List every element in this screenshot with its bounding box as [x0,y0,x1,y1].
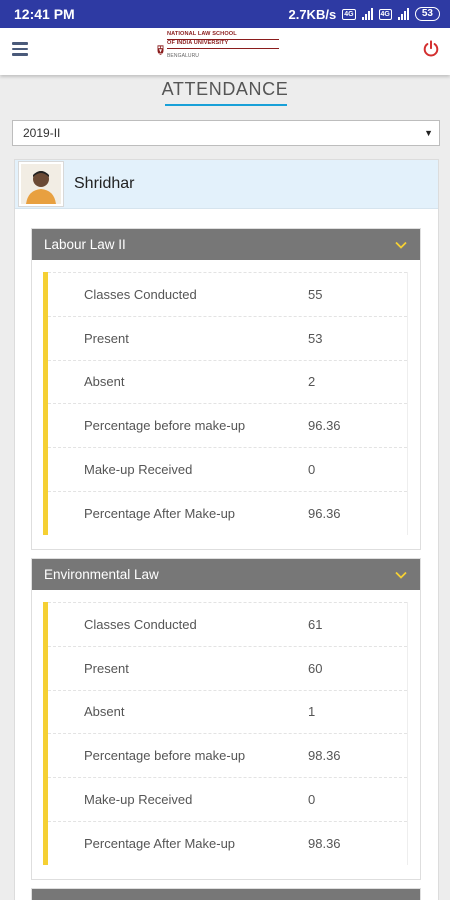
logo-text: NATIONAL LAW SCHOOL OF INDIA UNIVERSITY … [167,31,279,60]
student-name: Shridhar [74,175,135,192]
subject-header[interactable]: Environmental Law [32,559,420,590]
term-select[interactable]: 2019-II ▼ [12,120,440,146]
term-select-value: 2019-II [23,126,61,140]
status-bar: 12:41 PM 2.7KB/s 4G 4G 53 [0,0,450,28]
subject-name: Environmental Law [44,567,159,582]
chevron-down-icon [395,571,407,579]
row-label: Percentage After Make-up [84,505,236,521]
row-value: 98.36 [308,835,341,851]
attendance-card: Shridhar Labour Law II Classes Conducted… [14,159,439,900]
battery-icon: 53 [414,7,440,21]
row-label: Absent [84,704,125,720]
table-row: Absent 2 [48,359,407,404]
row-value: 60 [308,660,323,676]
table-row: Present 53 [48,315,407,360]
table-row: Make-up Received 0 [48,447,407,491]
subject-body: Classes Conducted 61 Present 60 Absent 1 Pe… [43,602,408,865]
table-row: Classes Conducted 61 [48,602,407,646]
row-label: Absent [84,374,125,390]
row-label: Make-up Received [84,792,193,808]
student-header: Shridhar [15,160,438,209]
row-value: 98.36 [308,748,341,764]
table-row: Present 60 [48,645,407,690]
row-label: Present [84,330,129,346]
row-value: 53 [308,330,323,346]
table-row: Percentage After Make-up 96.36 [48,490,407,535]
status-time: 12:41 PM [14,6,75,22]
sim1-icon: 4G [342,8,356,20]
subject-header[interactable] [32,889,420,900]
sim2-icon: 4G [378,8,392,20]
university-logo: NATIONAL LAW SCHOOL OF INDIA UNIVERSITY … [157,30,279,72]
subject-panel: Labour Law II Classes Conducted 55 Presen… [31,228,421,550]
signal-icon [397,8,409,20]
avatar [18,161,64,207]
status-icons: 2.7KB/s 4G 4G 53 [288,7,440,22]
row-value: 61 [308,616,323,632]
hamburger-menu-icon[interactable] [12,42,28,56]
row-label: Classes Conducted [84,286,197,302]
signal-icon [361,8,373,20]
row-value: 1 [308,704,316,720]
logo-line-1: NATIONAL LAW SCHOOL [167,31,237,37]
row-label: Classes Conducted [84,616,197,632]
table-row: Make-up Received 0 [48,777,407,821]
row-value: 55 [308,286,323,302]
chevron-down-icon [395,241,407,249]
emblem-icon [157,45,164,55]
subject-header[interactable]: Labour Law II [32,229,420,260]
table-row: Classes Conducted 55 [48,272,407,316]
page-title: ATTENDANCE [161,79,289,99]
row-label: Present [84,660,129,676]
row-value: 0 [308,462,316,478]
table-row: Percentage before make-up 96.36 [48,403,407,447]
network-speed: 2.7KB/s [288,6,337,22]
power-icon[interactable] [422,40,440,58]
row-value: 0 [308,792,316,808]
dropdown-caret-icon: ▼ [424,128,433,138]
subject-body: Classes Conducted 55 Present 53 Absent 2 Pe… [43,272,408,535]
row-value: 96.36 [308,505,341,521]
row-value: 2 [308,374,316,390]
row-label: Percentage before make-up [84,418,246,434]
row-label: Percentage before make-up [84,748,246,764]
logo-city: BENGALURU [167,53,200,59]
person-icon [21,164,61,204]
row-label: Make-up Received [84,462,193,478]
logo-line-2: OF INDIA UNIVERSITY [167,40,229,46]
subject-name: Labour Law II [44,237,126,252]
app-bar: NATIONAL LAW SCHOOL OF INDIA UNIVERSITY … [0,28,450,75]
subject-panel [31,888,421,900]
title-underline [165,104,287,106]
table-row: Percentage before make-up 98.36 [48,733,407,777]
subject-panel: Environmental Law Classes Conducted 61 Pr… [31,558,421,880]
table-row: Absent 1 [48,689,407,734]
row-label: Percentage After Make-up [84,835,236,851]
table-row: Percentage After Make-up 98.36 [48,820,407,865]
row-value: 96.36 [308,418,341,434]
